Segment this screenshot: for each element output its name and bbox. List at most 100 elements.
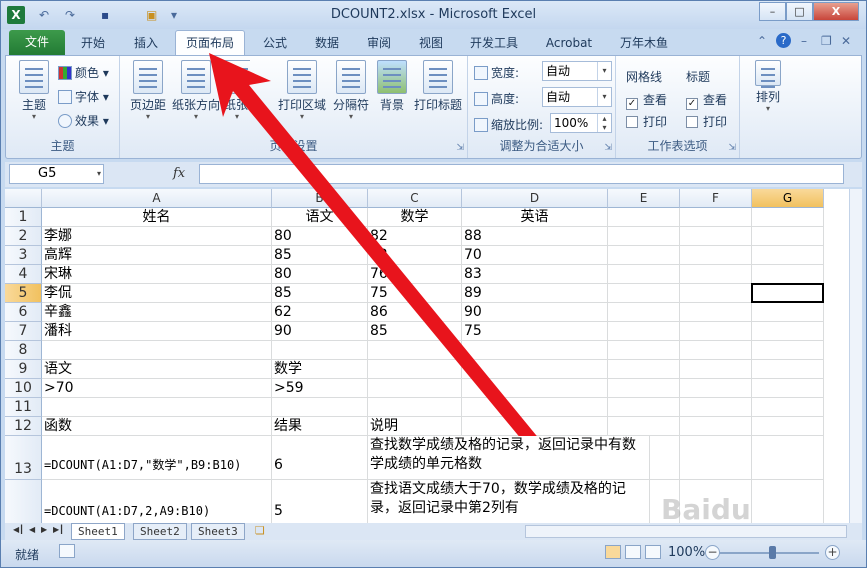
effects-button[interactable]: 效果 ▾ <box>58 112 109 129</box>
zoom-out-icon[interactable]: − <box>705 545 720 560</box>
tab-view[interactable]: 视图 <box>409 31 453 55</box>
cell-c12[interactable]: 说明 <box>368 417 462 436</box>
tab-insert[interactable]: 插入 <box>123 31 169 55</box>
cell-f11[interactable] <box>680 398 752 417</box>
cell-b8[interactable] <box>272 341 368 360</box>
gridlines-print-checkbox[interactable]: 打印 <box>626 113 667 130</box>
cell-a12[interactable]: 函数 <box>42 417 272 436</box>
column-header-c[interactable]: C <box>368 189 462 208</box>
cell-b3[interactable]: 85 <box>272 246 368 265</box>
row-header[interactable]: 6 <box>5 303 42 322</box>
last-sheet-icon[interactable]: ▶┃ <box>53 525 64 534</box>
cell-f1[interactable] <box>680 208 752 227</box>
cell-f9[interactable] <box>680 360 752 379</box>
print-titles-button[interactable]: 打印标题 <box>412 60 464 113</box>
cell-g11[interactable] <box>752 398 824 417</box>
cell-g13[interactable] <box>752 436 824 480</box>
cell-a4[interactable]: 宋琳 <box>42 265 272 284</box>
cell-f6[interactable] <box>680 303 752 322</box>
cell-a9[interactable]: 语文 <box>42 360 272 379</box>
cell-g4[interactable] <box>752 265 824 284</box>
workbook-restore-icon[interactable]: ❐ <box>821 34 832 48</box>
workbook-close-icon[interactable]: ✕ <box>841 34 851 48</box>
cell-a11[interactable] <box>42 398 272 417</box>
tab-file[interactable]: 文件 <box>9 30 65 56</box>
vertical-scrollbar[interactable] <box>849 189 862 523</box>
cell-b10[interactable]: >59 <box>272 379 368 398</box>
cell-a7[interactable]: 潘科 <box>42 322 272 341</box>
cell-g9[interactable] <box>752 360 824 379</box>
zoom-in-icon[interactable]: + <box>825 545 840 560</box>
size-button[interactable]: 纸张大小▾ <box>224 60 250 121</box>
cell-d2[interactable]: 88 <box>462 227 608 246</box>
sheet-tab-sheet1[interactable]: Sheet1 <box>71 523 125 540</box>
cell-a5[interactable]: 李侃 <box>42 284 272 303</box>
headings-print-checkbox[interactable]: 打印 <box>686 113 727 130</box>
cell-cx[interactable]: 查找语文成绩大于70，数学成绩及格的记录，返回记录中第2列有 <box>368 480 650 523</box>
height-dropdown[interactable]: 自动 ▾ <box>542 87 612 107</box>
cell-c5[interactable]: 75 <box>368 284 462 303</box>
cell-c3[interactable]: 72 <box>368 246 462 265</box>
headings-view-checkbox[interactable]: ✓ 查看 <box>686 91 727 110</box>
margins-button[interactable]: 页边距 ▾ <box>126 60 170 121</box>
cell-b11[interactable] <box>272 398 368 417</box>
normal-view-icon[interactable] <box>605 545 621 559</box>
cell-d9[interactable] <box>462 360 608 379</box>
cell-f7[interactable] <box>680 322 752 341</box>
select-all-corner[interactable] <box>5 189 42 208</box>
tab-review[interactable]: 审阅 <box>357 31 401 55</box>
zoom-level[interactable]: 100% <box>668 545 705 560</box>
cell-c8[interactable] <box>368 341 462 360</box>
tab-home[interactable]: 开始 <box>71 31 115 55</box>
cell-g7[interactable] <box>752 322 824 341</box>
tab-formulas[interactable]: 公式 <box>253 31 297 55</box>
cell-g3[interactable] <box>752 246 824 265</box>
insert-function-icon[interactable]: fx <box>173 166 185 181</box>
cell-e10[interactable] <box>608 379 680 398</box>
cell-a10[interactable]: >70 <box>42 379 272 398</box>
sheet-tab-sheet2[interactable]: Sheet2 <box>133 523 187 540</box>
cell-d8[interactable] <box>462 341 608 360</box>
cell-f5[interactable] <box>680 284 752 303</box>
cell-a1[interactable]: 姓名 <box>42 208 272 227</box>
background-button[interactable]: 背景 <box>376 60 408 113</box>
cell-b2[interactable]: 80 <box>272 227 368 246</box>
maximize-button[interactable]: □ <box>786 2 813 21</box>
row-header[interactable] <box>5 480 42 523</box>
cell-d5[interactable]: 89 <box>462 284 608 303</box>
cell-f10[interactable] <box>680 379 752 398</box>
cell-bx[interactable]: 5 <box>272 480 368 523</box>
close-button[interactable]: X <box>813 2 859 21</box>
sheet-tab-sheet3[interactable]: Sheet3 <box>191 523 245 540</box>
column-header-e[interactable]: E <box>608 189 680 208</box>
breaks-button[interactable]: 分隔符 ▾ <box>328 60 374 121</box>
row-header[interactable]: 10 <box>5 379 42 398</box>
cell-e12[interactable] <box>608 417 680 436</box>
row-header[interactable]: 7 <box>5 322 42 341</box>
cell-e11[interactable] <box>608 398 680 417</box>
name-box[interactable]: G5 ▾ <box>9 164 104 184</box>
name-box-dropdown-icon[interactable]: ▾ <box>97 165 101 183</box>
tab-wannian-muyu[interactable]: 万年木鱼 <box>611 31 677 55</box>
cell-f13[interactable] <box>680 436 752 480</box>
cell-c1[interactable]: 数学 <box>368 208 462 227</box>
scale-spinner-arrows-icon[interactable]: ▴ ▾ <box>597 114 611 132</box>
column-header-a[interactable]: A <box>42 189 272 208</box>
cell-f8[interactable] <box>680 341 752 360</box>
cell-e3[interactable] <box>608 246 680 265</box>
formula-input[interactable] <box>199 164 844 184</box>
tab-acrobat[interactable]: Acrobat <box>537 31 601 55</box>
column-header-g[interactable]: G <box>752 189 824 208</box>
row-header[interactable]: 11 <box>5 398 42 417</box>
row-header[interactable]: 4 <box>5 265 42 284</box>
row-header[interactable]: 8 <box>5 341 42 360</box>
row-header[interactable]: 12 <box>5 417 42 436</box>
cell-c11[interactable] <box>368 398 462 417</box>
workbook-minimize-icon[interactable]: – <box>801 34 807 48</box>
next-sheet-icon[interactable]: ▶ <box>41 525 47 534</box>
cell-c6[interactable]: 86 <box>368 303 462 322</box>
insert-sheet-icon[interactable]: ❏ <box>255 524 265 537</box>
cell-e7[interactable] <box>608 322 680 341</box>
cell-e4[interactable] <box>608 265 680 284</box>
cell-b13[interactable]: 6 <box>272 436 368 480</box>
